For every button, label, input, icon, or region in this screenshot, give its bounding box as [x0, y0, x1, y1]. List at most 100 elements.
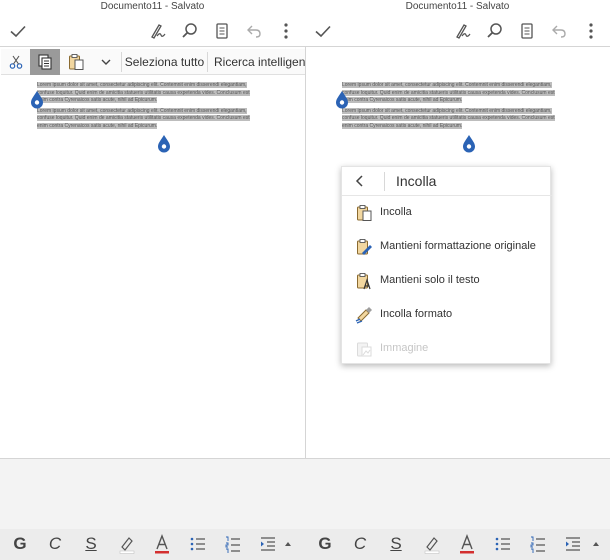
font-color-icon	[155, 534, 169, 554]
more-commands-chevron[interactable]	[92, 49, 120, 75]
menu-item-keep-source-formatting[interactable]: Mantieni formattazione originale	[342, 230, 552, 264]
highlight-button[interactable]	[116, 533, 138, 555]
keep-source-formatting-icon	[357, 239, 372, 255]
paste-menu-header: Incolla	[342, 167, 552, 196]
pen-draw-icon[interactable]	[453, 21, 473, 41]
selection-end-handle[interactable]	[462, 135, 476, 153]
bullet-list-icon	[495, 537, 510, 551]
paste-format-icon	[355, 307, 372, 324]
text-line: Lorem ipsum dolor sit amet, consectetur …	[342, 107, 552, 114]
bullet-list-button[interactable]	[187, 533, 209, 555]
indent-icon	[566, 537, 580, 551]
bullet-list-button[interactable]	[492, 533, 514, 555]
more-options-icon[interactable]	[276, 21, 296, 41]
document-body[interactable]: Lorem ipsum dolor sit amet, consectetur …	[37, 82, 262, 131]
keep-text-only-icon	[357, 273, 371, 290]
bold-label: G	[13, 534, 27, 553]
top-toolbar	[0, 17, 305, 45]
text-line: enim contra Cyrenaicos satis acute, nihi…	[37, 122, 158, 129]
copy-button[interactable]	[30, 49, 60, 75]
selection-context-bar: Seleziona tutto Ricerca intelligente	[1, 49, 305, 75]
paste-icon	[357, 205, 372, 221]
expand-toolbar-button[interactable]	[588, 533, 604, 555]
select-all-label: Seleziona tutto	[124, 55, 205, 69]
keyboard-area	[0, 459, 610, 529]
underline-button[interactable]: S	[80, 533, 102, 555]
menu-item-paste-picture: Immagine	[342, 332, 552, 366]
search-icon[interactable]	[180, 21, 200, 41]
italic-label: C	[353, 534, 367, 553]
document-title: Documento11 - Salvato	[100, 1, 205, 12]
document-title: Documento11 - Salvato	[405, 1, 510, 12]
text-line: confuse loquitur. Quid enim de amicitia …	[342, 115, 555, 122]
smart-lookup-button[interactable]: Ricerca intelligente	[208, 49, 305, 75]
bold-button[interactable]: G	[314, 533, 336, 555]
text-line: confuse loquitur. Quid enim de amicitia …	[37, 115, 250, 122]
pane-divider	[305, 47, 306, 459]
checkmark-icon[interactable]	[8, 21, 28, 41]
text-line: Lorem ipsum dolor sit amet, consectetur …	[37, 82, 247, 88]
highlight-button[interactable]	[421, 533, 443, 555]
menu-item-label: Incolla formato	[380, 308, 453, 320]
undo-icon[interactable]	[549, 21, 569, 41]
menu-item-keep-text-only[interactable]: Mantieni solo il testo	[342, 264, 552, 298]
italic-button[interactable]: C	[44, 533, 66, 555]
text-line: confuse loquitur. Quid enim de amicitia …	[342, 89, 555, 96]
search-icon[interactable]	[485, 21, 505, 41]
font-color-button[interactable]	[151, 533, 173, 555]
scissors-icon	[9, 55, 22, 69]
menu-item-label: Mantieni solo il testo	[380, 274, 480, 286]
bullet-list-icon	[190, 537, 205, 551]
text-line: Lorem ipsum dolor sit amet, consectetur …	[342, 82, 552, 88]
text-line: enim contra Cyrenaicos satis acute, nihi…	[342, 122, 463, 129]
back-arrow-icon[interactable]	[352, 173, 368, 189]
caret-up-icon	[593, 542, 599, 546]
numbered-list-button[interactable]	[527, 533, 549, 555]
text-line: enim contra Cyrenaicos satis acute, nihi…	[37, 97, 158, 104]
numbered-list-button[interactable]	[222, 533, 244, 555]
underline-label: S	[390, 534, 402, 553]
text-line: Lorem ipsum dolor sit amet, consectetur …	[37, 107, 247, 114]
paste-icon	[69, 54, 84, 70]
font-color-icon	[460, 534, 474, 554]
menu-item-label: Mantieni formattazione originale	[380, 240, 536, 252]
text-line: enim contra Cyrenaicos satis acute, nihi…	[342, 97, 463, 104]
cut-button[interactable]	[1, 49, 30, 75]
text-line: confuse loquitur. Quid enim de amicitia …	[37, 89, 250, 96]
bold-button[interactable]: G	[9, 533, 31, 555]
more-options-icon[interactable]	[581, 21, 601, 41]
paste-picture-icon	[357, 342, 372, 357]
top-toolbar	[305, 17, 610, 45]
paste-menu-title: Incolla	[396, 173, 437, 189]
menu-item-label: Immagine	[380, 342, 429, 354]
undo-icon[interactable]	[244, 21, 264, 41]
menu-item-paste[interactable]: Incolla	[342, 196, 552, 230]
pen-draw-icon[interactable]	[148, 21, 168, 41]
expand-toolbar-button[interactable]	[280, 533, 296, 555]
menu-item-label: Incolla	[380, 206, 412, 218]
copy-icon	[38, 54, 52, 70]
numbered-list-icon	[530, 536, 545, 553]
font-color-button[interactable]	[456, 533, 478, 555]
selection-start-handle[interactable]	[335, 91, 349, 109]
selection-end-handle[interactable]	[157, 135, 171, 153]
chevron-down-icon	[101, 59, 111, 65]
increase-indent-button[interactable]	[562, 533, 584, 555]
highlighter-icon	[119, 537, 135, 554]
underline-button[interactable]: S	[385, 533, 407, 555]
smart-lookup-label: Ricerca intelligente	[214, 55, 305, 69]
selection-start-handle[interactable]	[30, 91, 44, 109]
reading-view-icon[interactable]	[212, 21, 232, 41]
indent-icon	[261, 537, 275, 551]
checkmark-icon[interactable]	[313, 21, 333, 41]
italic-button[interactable]: C	[349, 533, 371, 555]
select-all-button[interactable]: Seleziona tutto	[122, 49, 207, 75]
menu-item-paste-format[interactable]: Incolla formato	[342, 298, 552, 332]
increase-indent-button[interactable]	[257, 533, 279, 555]
reading-view-icon[interactable]	[517, 21, 537, 41]
bold-label: G	[318, 534, 332, 553]
underline-label: S	[85, 534, 97, 553]
caret-up-icon	[285, 542, 291, 546]
document-body[interactable]: Lorem ipsum dolor sit amet, consectetur …	[342, 82, 567, 131]
paste-button[interactable]	[61, 49, 91, 75]
